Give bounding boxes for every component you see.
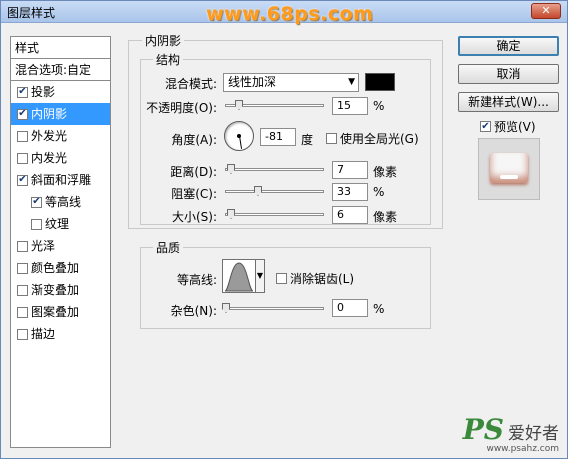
preview-checkmark-icon[interactable]: ✔ <box>480 121 491 132</box>
style-item[interactable]: 颜色叠加 <box>11 257 110 279</box>
style-item[interactable]: 外发光 <box>11 125 110 147</box>
anti-alias-label: 消除锯齿(L) <box>290 272 355 286</box>
style-item-label: 等高线 <box>45 195 82 209</box>
noise-input[interactable]: 0 <box>332 299 368 317</box>
opacity-input[interactable]: 15 <box>332 97 368 115</box>
style-item-label: 投影 <box>31 85 56 99</box>
checkbox-empty-icon[interactable] <box>17 284 28 296</box>
style-item-label: 内发光 <box>31 151 68 165</box>
style-item-label: 图案叠加 <box>31 305 80 319</box>
cancel-button[interactable]: 取消 <box>458 64 559 84</box>
opacity-unit: % <box>373 99 385 113</box>
contour-curve-icon <box>224 262 254 292</box>
anti-alias-checkbox[interactable]: 消除锯齿(L) <box>276 270 354 287</box>
style-item-label: 渐变叠加 <box>31 283 80 297</box>
global-light-checkbox[interactable]: 使用全局光(G) <box>326 130 419 147</box>
choke-input[interactable]: 33 <box>332 183 368 201</box>
blend-mode-label: 混合模式: <box>164 77 217 91</box>
chevron-down-icon: ▼ <box>348 77 355 87</box>
size-slider[interactable] <box>225 213 324 216</box>
title-bar: 图层样式 www.68ps.com ✕ <box>1 1 567 25</box>
style-item[interactable]: 渐变叠加 <box>11 279 110 301</box>
distance-unit: 像素 <box>373 165 398 179</box>
style-item-label: 纹理 <box>45 217 70 231</box>
new-style-button[interactable]: 新建样式(W)... <box>458 92 559 112</box>
style-item[interactable]: 描边 <box>11 323 110 345</box>
distance-slider[interactable] <box>225 168 324 171</box>
preview-label: 预览(V) <box>494 120 536 134</box>
global-light-box[interactable] <box>326 133 337 144</box>
checkbox-empty-icon[interactable] <box>17 152 28 164</box>
blend-mode-select[interactable]: 线性加深 ▼ <box>223 73 359 92</box>
angle-unit: 度 <box>301 133 314 147</box>
style-item-label: 外发光 <box>31 129 68 143</box>
logo-cn: 爱好者 <box>508 424 559 444</box>
preview-checkbox[interactable]: ✔ 预览(V) <box>480 118 536 135</box>
angle-dial[interactable] <box>224 121 254 151</box>
angle-input[interactable]: -81 <box>260 128 296 146</box>
size-unit: 像素 <box>373 210 398 224</box>
size-label: 大小(S): <box>171 210 217 224</box>
checkbox-checked-icon[interactable]: ✔ <box>17 86 28 98</box>
checkbox-checked-icon[interactable]: ✔ <box>17 108 28 120</box>
style-item[interactable]: 光泽 <box>11 235 110 257</box>
style-preview <box>478 138 540 200</box>
ok-button[interactable]: 确定 <box>458 36 559 56</box>
checkbox-checked-icon[interactable]: ✔ <box>17 174 28 186</box>
inner-shadow-title: 内阴影 <box>142 32 185 49</box>
anti-alias-box[interactable] <box>276 273 287 284</box>
layer-style-dialog: 图层样式 www.68ps.com ✕ 样式 混合选项:自定 ✔ 投影 ✔ 内阴影 外发… <box>0 0 568 459</box>
distance-input[interactable]: 7 <box>332 161 368 179</box>
angle-dial-center <box>237 134 241 138</box>
structure-title: 结构 <box>153 51 184 68</box>
site-logo: PS 爱好者 www.psahz.com <box>462 413 559 455</box>
size-input[interactable]: 6 <box>332 206 368 224</box>
angle-label: 角度(A): <box>171 133 217 147</box>
checkbox-empty-icon[interactable] <box>17 306 28 318</box>
noise-label: 杂色(N): <box>170 304 217 318</box>
checkbox-empty-icon[interactable] <box>17 130 28 142</box>
style-item-label: 斜面和浮雕 <box>31 173 92 187</box>
style-item-label: 颜色叠加 <box>31 261 80 275</box>
style-item[interactable]: 纹理 <box>11 213 110 235</box>
style-item-label: 光泽 <box>31 239 56 253</box>
style-item[interactable]: ✔ 等高线 <box>11 191 110 213</box>
noise-unit: % <box>373 302 385 316</box>
styles-header[interactable]: 样式 <box>11 37 110 59</box>
style-item-label: 描边 <box>31 327 56 341</box>
contour-picker[interactable] <box>222 259 256 293</box>
logo-ps: PS <box>462 413 504 446</box>
contour-label: 等高线: <box>176 273 217 287</box>
quality-title: 品质 <box>153 239 184 256</box>
style-item[interactable]: ✔ 斜面和浮雕 <box>11 169 110 191</box>
contour-dropdown-arrow[interactable]: ▼ <box>256 259 265 293</box>
blending-options-item[interactable]: 混合选项:自定 <box>11 59 110 81</box>
checkbox-empty-icon[interactable] <box>31 218 42 230</box>
checkbox-checked-icon[interactable]: ✔ <box>31 196 42 208</box>
style-item[interactable]: ✔ 投影 <box>11 81 110 103</box>
style-item[interactable]: 内发光 <box>11 147 110 169</box>
global-light-label: 使用全局光(G) <box>340 132 419 146</box>
checkbox-empty-icon[interactable] <box>17 328 28 340</box>
style-item[interactable]: ✔ 内阴影 <box>11 103 110 125</box>
checkbox-empty-icon[interactable] <box>17 240 28 252</box>
distance-label: 距离(D): <box>170 165 217 179</box>
blend-mode-value: 线性加深 <box>228 75 277 89</box>
opacity-label: 不透明度(O): <box>146 101 217 115</box>
choke-slider[interactable] <box>225 190 324 193</box>
style-item-label: 内阴影 <box>31 107 68 121</box>
watermark-text: www.68ps.com <box>206 3 374 25</box>
close-button[interactable]: ✕ <box>531 3 561 19</box>
dialog-title: 图层样式 <box>7 6 56 20</box>
style-list: 样式 混合选项:自定 ✔ 投影 ✔ 内阴影 外发光 内发光 ✔ 斜面和浮雕 ✔ 等高线 纹理 光泽 颜色… <box>10 36 111 448</box>
preview-swatch <box>490 153 528 183</box>
choke-unit: % <box>373 185 385 199</box>
choke-label: 阻塞(C): <box>171 187 217 201</box>
noise-slider[interactable] <box>225 307 324 310</box>
checkbox-empty-icon[interactable] <box>17 262 28 274</box>
preview-highlight <box>500 175 518 179</box>
shadow-color-swatch[interactable] <box>365 73 395 91</box>
style-item[interactable]: 图案叠加 <box>11 301 110 323</box>
